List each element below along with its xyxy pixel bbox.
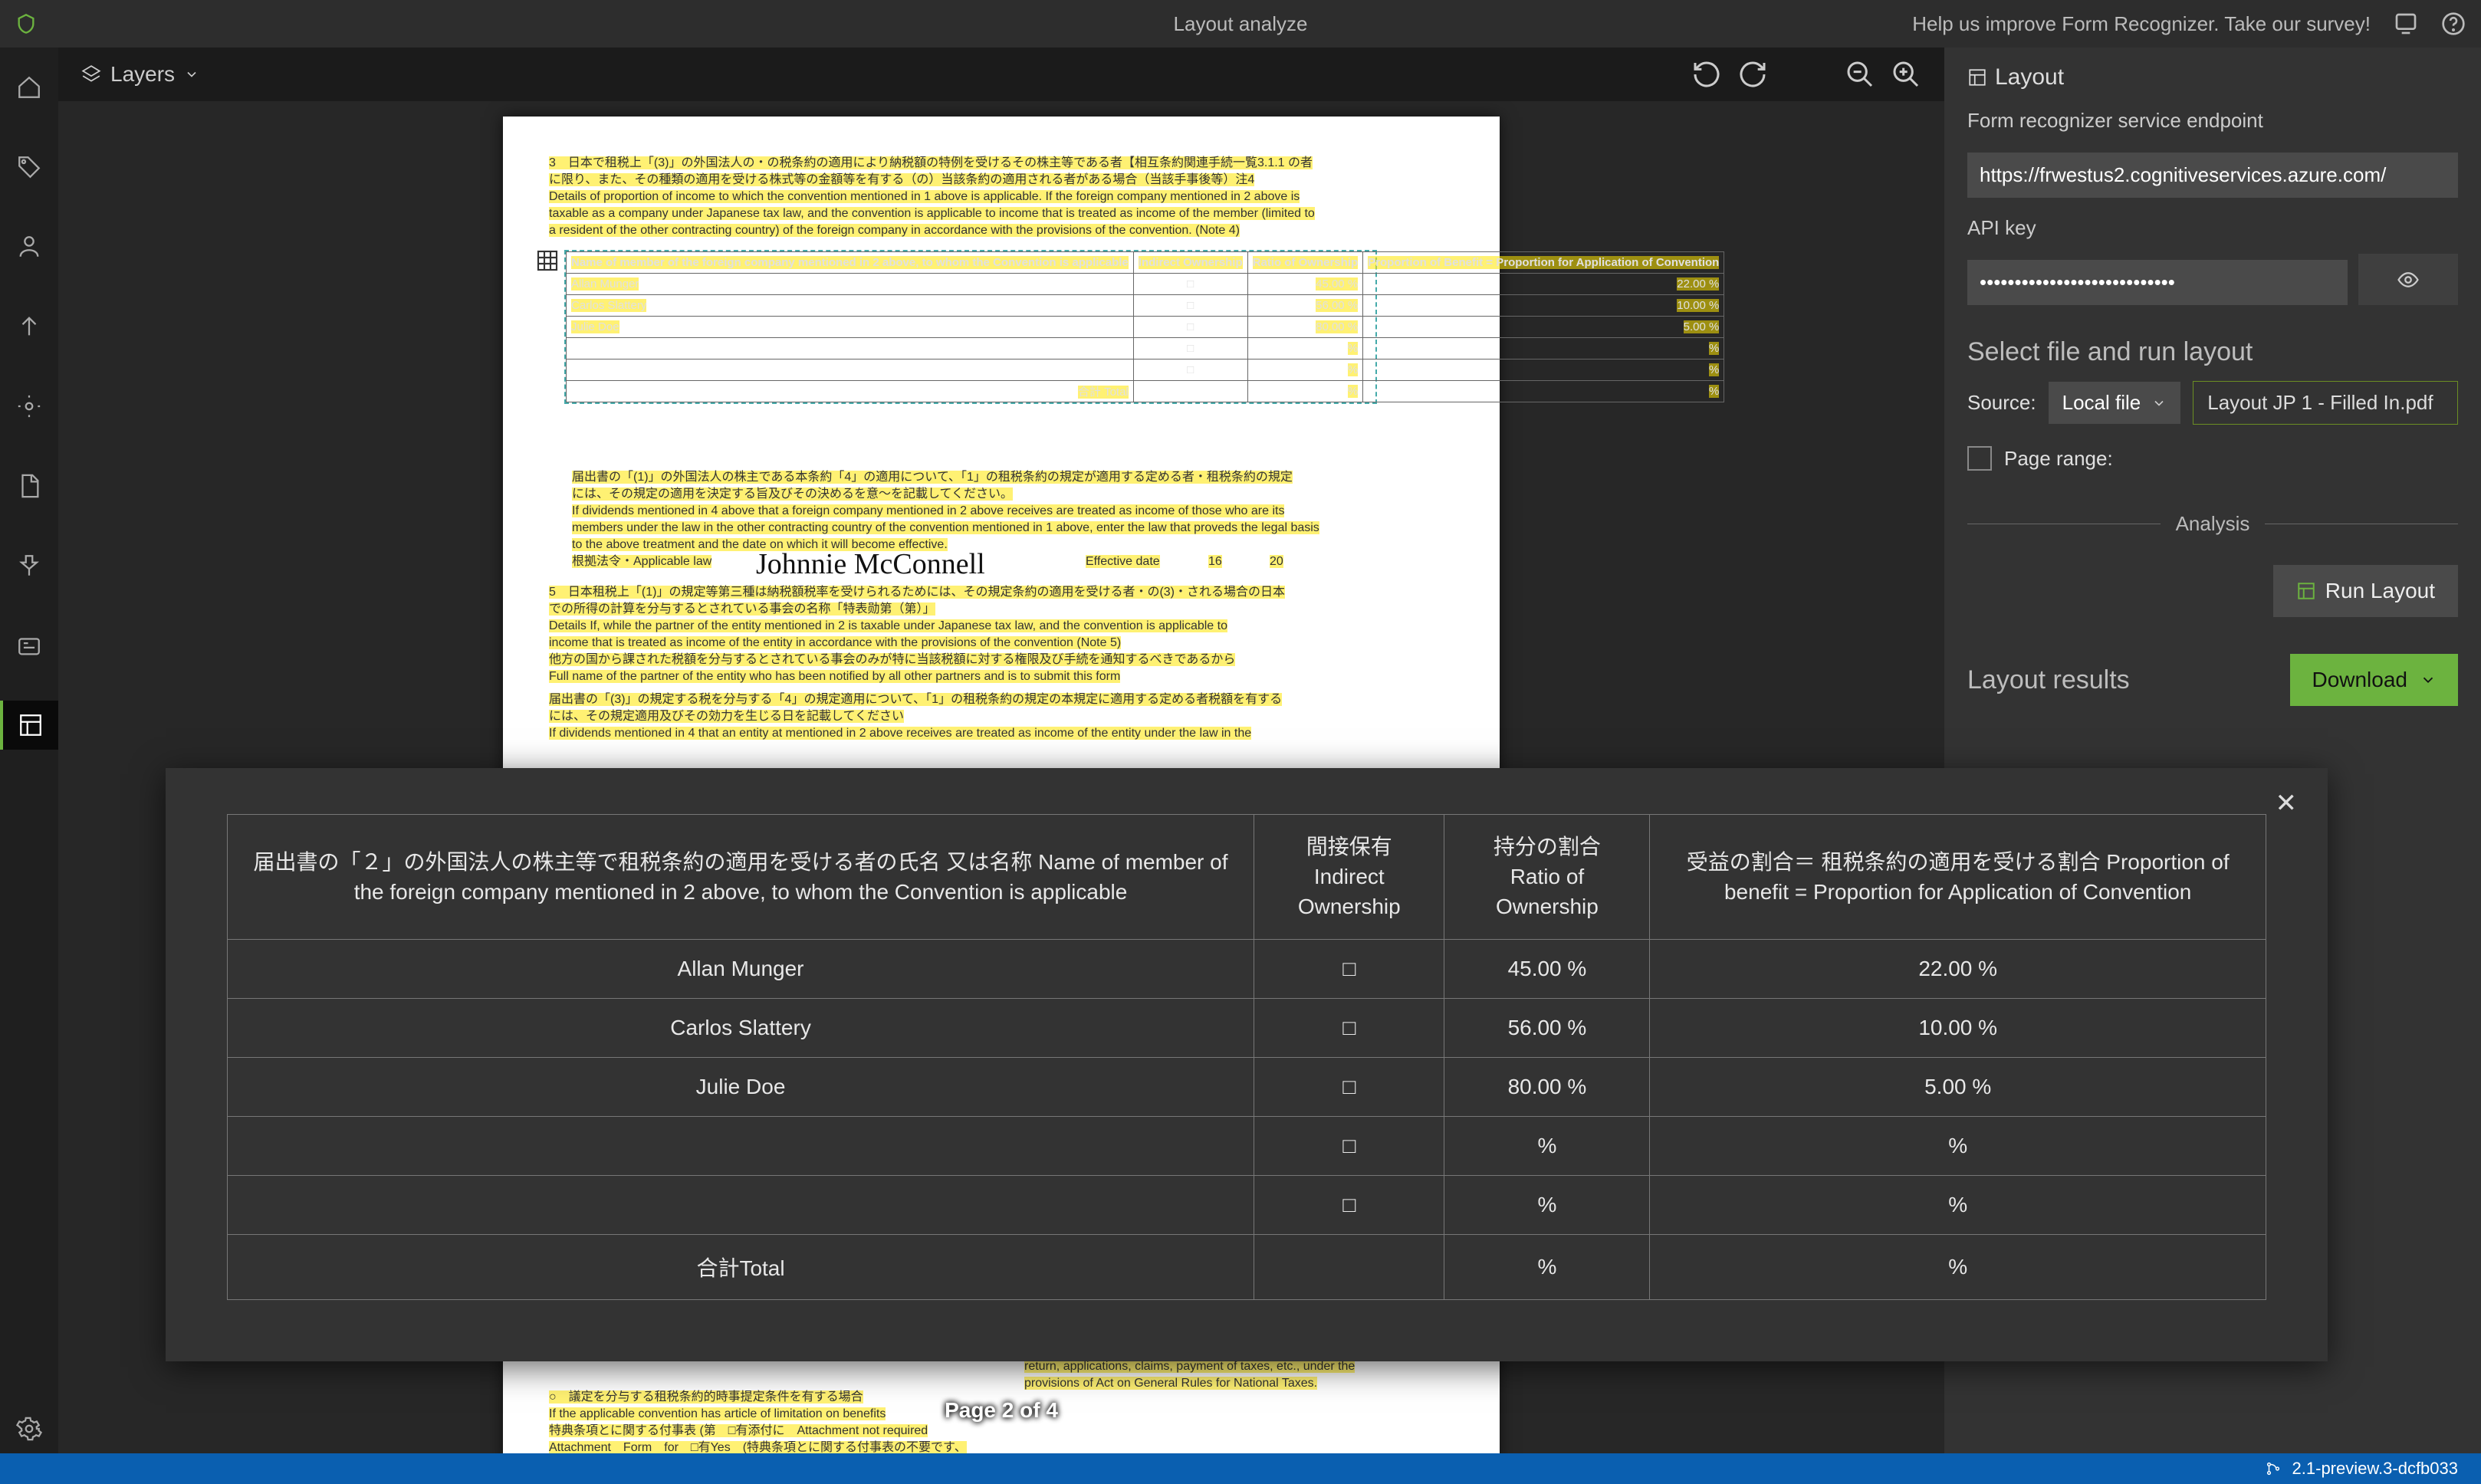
sidebar-home[interactable] — [0, 63, 58, 112]
apikey-input[interactable] — [1967, 260, 2348, 305]
table-row: Carlos Slattery □ 56.00 % 10.00 % — [228, 998, 2266, 1057]
effective-month: 20 — [1270, 555, 1283, 568]
endpoint-input[interactable] — [1967, 153, 2458, 198]
preview-th-ratio: Ratio of Ownership — [1253, 256, 1359, 269]
layers-dropdown[interactable]: Layers — [81, 62, 199, 87]
eye-icon — [2397, 268, 2420, 291]
zoom-in-button[interactable] — [1891, 59, 1921, 90]
overlay-th-name: 届出書の「２」の外国法人の株主等で租税条約の適用を受ける者の氏名 又は名称 Na… — [228, 815, 1254, 940]
endpoint-label: Form recognizer service endpoint — [1967, 109, 2458, 133]
apikey-label: API key — [1967, 216, 2458, 240]
rotate-left-button[interactable] — [1691, 59, 1722, 90]
overlay-th-benefit: 受益の割合＝ 租税条約の適用を受ける割合 Proportion of benef… — [1650, 815, 2266, 940]
titlebar: Layout analyze Help us improve Form Reco… — [0, 0, 2481, 48]
run-icon — [2296, 581, 2316, 601]
canvas-area: Layers 3 日本で租税上「(3)」の外国法人の・の税条約の適用により納税額… — [58, 48, 1944, 1453]
overlay-table: 届出書の「２」の外国法人の株主等で租税条約の適用を受ける者の氏名 又は名称 Na… — [227, 814, 2266, 1300]
zoom-out-button[interactable] — [1845, 59, 1875, 90]
page-range-label: Page range: — [2004, 447, 2113, 471]
layout-icon — [1967, 67, 1987, 87]
close-button[interactable]: ✕ — [2276, 788, 2298, 819]
source-select[interactable]: Local file — [2049, 382, 2181, 424]
chevron-down-icon — [184, 67, 199, 82]
panel-heading-text: Layout — [1995, 64, 2064, 90]
table-row-total: 合計 Total%% — [567, 381, 1724, 402]
preview-th-name: Name of member of the foreign company me… — [571, 256, 1129, 269]
overlay-th-ratio: 持分の割合 Ratio of Ownership — [1444, 815, 1650, 940]
effective-date-label: Effective date — [1086, 555, 1160, 568]
table-row: Allan Munger□45.00 %22.00 % — [567, 274, 1724, 295]
table-row-total: 合計Total % % — [228, 1234, 2266, 1299]
table-row: □ % % — [228, 1175, 2266, 1234]
chevron-down-icon — [2420, 671, 2437, 688]
show-password-button[interactable] — [2358, 254, 2458, 305]
table-row: □ % % — [228, 1116, 2266, 1175]
survey-link[interactable]: Help us improve Form Recognizer. Take ou… — [1912, 12, 2371, 36]
signature-text: Johnnie McConnell — [756, 547, 985, 581]
table-row: □%% — [567, 338, 1724, 360]
table-row: Julie Doe□80.00 %5.00 % — [567, 317, 1724, 338]
app-logo-icon — [15, 13, 37, 34]
panel-heading: Layout — [1967, 64, 2458, 90]
sidebar-prebuilt[interactable] — [0, 621, 58, 670]
page-range-checkbox[interactable] — [1967, 446, 1992, 471]
version-text: 2.1-preview.3-dcfb033 — [2292, 1459, 2458, 1479]
statusbar: 2.1-preview.3-dcfb033 — [0, 1453, 2481, 1484]
chevron-down-icon — [2151, 396, 2167, 411]
preview-table: Name of member of the foreign company me… — [564, 250, 1377, 404]
sidebar-layout[interactable] — [0, 701, 58, 750]
table-row: □%% — [567, 360, 1724, 381]
feedback-icon[interactable] — [2394, 11, 2418, 36]
app-title: Layout analyze — [1174, 12, 1308, 36]
download-label: Download — [2312, 668, 2407, 692]
page-indicator: Page 2 of 4 — [945, 1398, 1058, 1423]
sidebar-train[interactable] — [0, 222, 58, 271]
source-label: Source: — [1967, 391, 2036, 415]
sidebar-analyze[interactable] — [0, 382, 58, 431]
results-heading: Layout results — [1967, 665, 2130, 695]
table-row: Carlos Slattery□56.00 %10.00 % — [567, 295, 1724, 317]
source-value: Local file — [2062, 391, 2141, 415]
preview-th-benefit: Proportion of Benefit = Proportion for A… — [1368, 256, 1719, 269]
table-row: Allan Munger □ 45.00 % 22.00 % — [228, 939, 2266, 998]
branch-icon — [2265, 1460, 2282, 1477]
sidebar-document[interactable] — [0, 461, 58, 511]
preview-th-indirect: Indirect Ownership — [1139, 256, 1243, 269]
sidebar-connect[interactable] — [0, 541, 58, 590]
rotate-right-button[interactable] — [1737, 59, 1768, 90]
result-table-overlay: ✕ 届出書の「２」の外国法人の株主等で租税条約の適用を受ける者の氏名 又は名称 … — [166, 768, 2328, 1361]
canvas-toolbar: Layers — [58, 48, 1944, 101]
table-icon — [535, 248, 560, 273]
overlay-th-indirect: 間接保有 Indirect Ownership — [1254, 815, 1444, 940]
sidebar-settings[interactable] — [0, 1404, 58, 1453]
layers-label: Layers — [110, 62, 175, 87]
analysis-divider-label: Analysis — [2176, 512, 2250, 536]
download-button[interactable]: Download — [2290, 654, 2458, 706]
sidebar-tag[interactable] — [0, 143, 58, 192]
effective-day: 16 — [1208, 555, 1222, 568]
sidebar-compose[interactable] — [0, 302, 58, 351]
run-label: Run Layout — [2325, 579, 2435, 603]
select-file-heading: Select file and run layout — [1967, 337, 2458, 367]
help-icon[interactable] — [2441, 11, 2466, 36]
file-chip[interactable]: Layout JP 1 - Filled In.pdf — [2193, 381, 2458, 425]
table-row: Julie Doe □ 80.00 % 5.00 % — [228, 1057, 2266, 1116]
run-layout-button[interactable]: Run Layout — [2273, 565, 2458, 617]
sidebar — [0, 48, 58, 1453]
